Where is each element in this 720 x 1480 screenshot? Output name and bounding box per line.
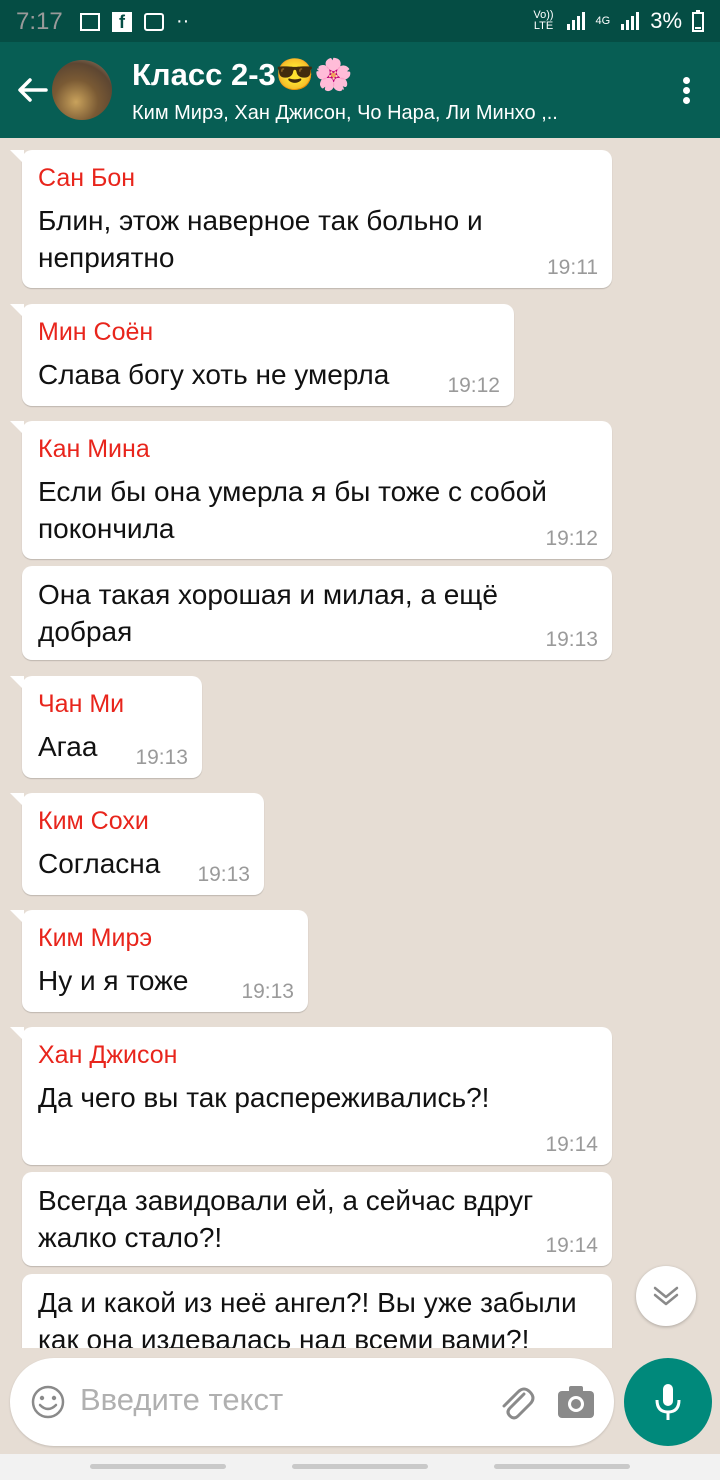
message-text: Да и какой из неё ангел?! Вы уже забыли … [38, 1287, 577, 1348]
more-vert-icon[interactable] [676, 74, 696, 114]
gallery-notification-icon [80, 12, 100, 31]
signal-icon-2 [621, 12, 640, 30]
message-input-bar[interactable]: Введите текст [10, 1358, 614, 1446]
status-bar: 7:17 f ·· Vo)) LTE 4G 3% [0, 0, 720, 42]
mic-icon [655, 1384, 681, 1420]
group-avatar[interactable] [52, 60, 112, 120]
message-text: Да чего вы так распереживались?! [38, 1082, 490, 1113]
message-bubble[interactable]: Да и какой из неё ангел?! Вы уже забыли … [22, 1274, 612, 1348]
message-input[interactable]: Введите текст [80, 1382, 283, 1418]
voice-record-button[interactable] [624, 1358, 712, 1446]
message-sender: Чан Ми [38, 690, 125, 718]
message-text: Если бы она умерла я бы тоже с собой пок… [38, 476, 547, 544]
chevron-down-icon [653, 1286, 679, 1306]
status-right: Vo)) LTE 4G 3% [532, 8, 704, 34]
scroll-to-bottom-button[interactable] [636, 1266, 696, 1326]
signal-icon [566, 12, 585, 30]
battery-icon [692, 10, 704, 32]
network-4g-label: 4G [595, 14, 611, 27]
message-bubble[interactable]: Всегда завидовали ей, а сейчас вдруг жал… [22, 1172, 612, 1266]
message-sender: Ким Сохи [38, 807, 149, 835]
message-time: 19:13 [241, 980, 294, 1003]
message-sender: Хан Джисон [38, 1041, 178, 1069]
message-text: Блин, этож наверное так больно и неприят… [38, 205, 483, 273]
system-nav-bar [0, 1454, 720, 1480]
message-time: 19:14 [545, 1133, 598, 1156]
notification-icons: f ·· [80, 10, 189, 33]
message-time: 19:12 [545, 527, 598, 550]
battery-percent: 3% [650, 8, 682, 33]
chat-messages[interactable]: Сан Бон Блин, этож наверное так больно и… [0, 138, 720, 1348]
message-sender: Ким Мирэ [38, 924, 153, 952]
nav-recents[interactable] [90, 1464, 226, 1469]
message-text: Она такая хорошая и милая, а ещё добрая [38, 579, 498, 647]
chat-title[interactable]: Класс 2-3😎🌸 [132, 56, 353, 93]
message-time: 19:13 [135, 746, 188, 769]
message-time: 19:13 [545, 628, 598, 651]
emoji-icon[interactable] [30, 1384, 66, 1420]
message-bubble[interactable]: Ким Сохи Согласна 19:13 [10, 793, 264, 895]
video-notification-icon [144, 12, 164, 31]
volte-label: Vo)) LTE [533, 9, 554, 32]
message-sender: Сан Бон [38, 164, 136, 192]
message-sender: Кан Мина [38, 435, 150, 463]
nav-back[interactable] [494, 1464, 630, 1469]
paperclip-icon[interactable] [496, 1382, 536, 1422]
message-bubble[interactable]: Чан Ми Агаа 19:13 [10, 676, 202, 778]
message-bubble[interactable]: Она такая хорошая и милая, а ещё добрая … [22, 566, 612, 660]
nav-home[interactable] [292, 1464, 428, 1469]
message-time: 19:13 [197, 863, 250, 886]
message-time: 19:11 [547, 256, 598, 279]
more-notifications-icon: ·· [176, 10, 190, 32]
chat-members[interactable]: Ким Мирэ, Хан Джисон, Чо Нара, Ли Минхо … [132, 102, 622, 125]
camera-icon[interactable] [556, 1384, 596, 1420]
message-text: Слава богу хоть не умерла [38, 359, 390, 390]
arrow-back-icon[interactable] [12, 70, 52, 110]
facebook-notification-icon: f [112, 11, 132, 32]
message-time: 19:12 [447, 374, 500, 397]
chat-header: Класс 2-3😎🌸 Ким Мирэ, Хан Джисон, Чо Нар… [0, 42, 720, 138]
message-text: Всегда завидовали ей, а сейчас вдруг жал… [38, 1185, 534, 1253]
message-bubble[interactable]: Кан Мина Если бы она умерла я бы тоже с … [10, 421, 612, 559]
message-bubble[interactable]: Хан Джисон Да чего вы так распереживалис… [10, 1027, 612, 1165]
message-bubble[interactable]: Сан Бон Блин, этож наверное так больно и… [10, 150, 612, 288]
message-time: 19:14 [545, 1234, 598, 1257]
message-sender: Мин Соён [38, 318, 154, 346]
message-bubble[interactable]: Мин Соён Слава богу хоть не умерла 19:12 [10, 304, 514, 406]
message-bubble[interactable]: Ким Мирэ Ну и я тоже 19:13 [10, 910, 308, 1012]
